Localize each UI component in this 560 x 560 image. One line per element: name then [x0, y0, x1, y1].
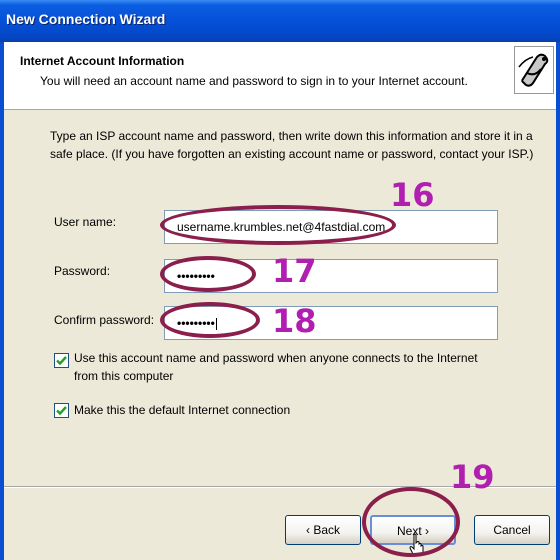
password-value: ••••••••• [177, 269, 215, 283]
checkmark-icon [56, 356, 67, 366]
username-value: username.krumbles.net@4fastdial.com [177, 220, 386, 234]
phone-network-icon [514, 46, 554, 94]
username-input[interactable]: username.krumbles.net@4fastdial.com [164, 210, 498, 244]
header-title: Internet Account Information [20, 54, 185, 68]
title-bar[interactable]: New Connection Wizard [0, 0, 560, 42]
instructions-text: Type an ISP account name and password, t… [50, 129, 534, 161]
annotation-number-17: 17 [272, 252, 317, 290]
wizard-header: Internet Account Information You will ne… [4, 42, 556, 110]
confirm-password-value: ••••••••• [177, 316, 215, 330]
hand-cursor-icon [409, 533, 424, 557]
username-label: User name: [54, 215, 117, 229]
wizard-content: Type an ISP account name and password, t… [4, 111, 556, 485]
default-connection-label[interactable]: Make this the default Internet connectio… [74, 401, 290, 419]
use-account-label[interactable]: Use this account name and password when … [74, 349, 504, 385]
checkmark-icon [56, 406, 67, 416]
back-button[interactable]: ‹ Back [285, 515, 361, 545]
annotation-number-18: 18 [272, 302, 317, 340]
password-label: Password: [54, 264, 111, 278]
annotation-number-16: 16 [390, 176, 435, 214]
wizard-footer: ‹ Back Next › Cancel [4, 486, 556, 560]
window-frame-right [556, 42, 560, 560]
header-subtitle: You will need an account name and passwo… [40, 74, 468, 88]
default-connection-checkbox[interactable] [54, 403, 69, 418]
confirm-password-input[interactable]: ••••••••• [164, 306, 498, 340]
annotation-number-19: 19 [450, 458, 495, 496]
text-caret [215, 317, 217, 330]
password-input[interactable]: ••••••••• [164, 259, 498, 293]
window-title: New Connection Wizard [6, 11, 166, 27]
confirm-password-label: Confirm password: [54, 313, 155, 327]
use-account-checkbox[interactable] [54, 353, 69, 368]
cancel-button[interactable]: Cancel [474, 515, 550, 545]
